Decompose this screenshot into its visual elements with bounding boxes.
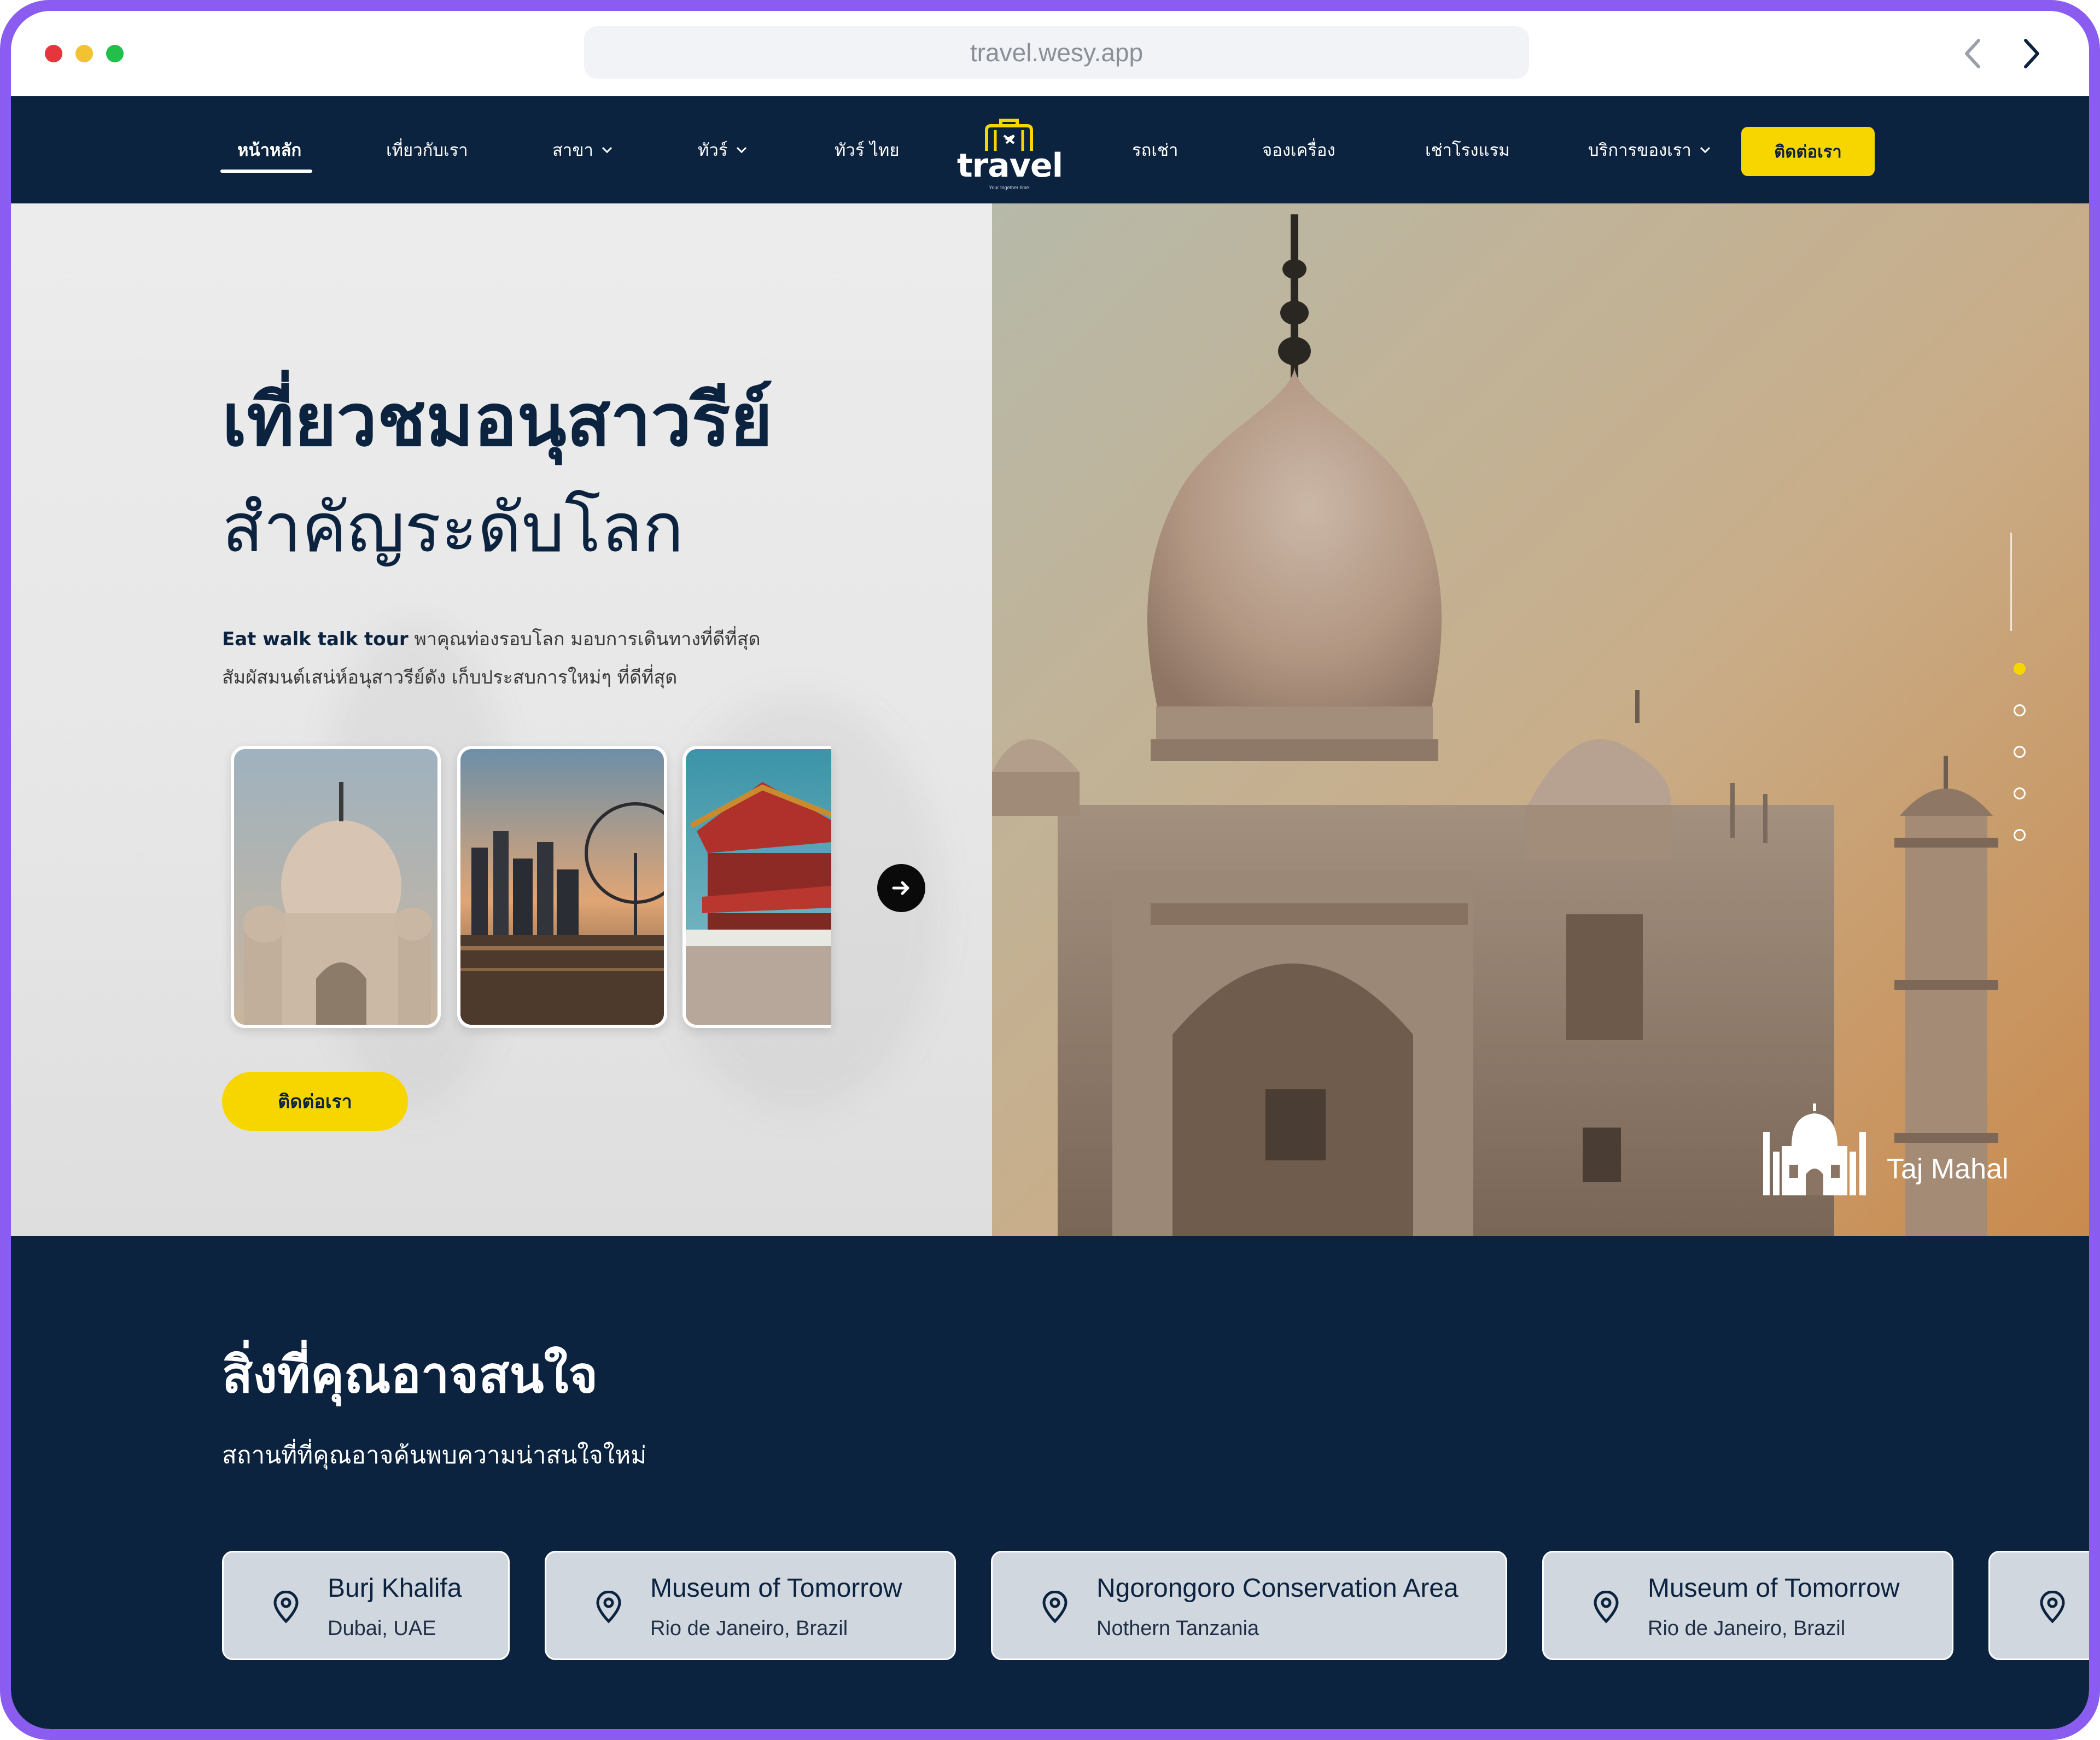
interest-section: สิ่งที่คุณอาจสนใจ สถานที่ที่คุณอาจค้นพบค… bbox=[11, 1236, 2089, 1729]
slide-dot-4[interactable] bbox=[2014, 787, 2026, 799]
map-pin-icon bbox=[1042, 1591, 1068, 1624]
place-name: Burj Khalifa bbox=[328, 1574, 462, 1603]
browser-forward-button[interactable] bbox=[2012, 35, 2050, 72]
hero-desc-brand: Eat walk talk tour bbox=[222, 628, 409, 650]
featured-place-label: Taj Mahal bbox=[1887, 1153, 2009, 1185]
place-name: Museum of Tomorrow bbox=[650, 1574, 902, 1603]
maximize-window-dot[interactable] bbox=[106, 45, 124, 62]
hero-desc-text2: สัมผัสมนต์เสน่ห์อนุสาวรีย์ดัง เก็บประสบก… bbox=[222, 667, 678, 688]
slider-progress-line bbox=[2010, 533, 2012, 631]
nav-item-branches[interactable]: สาขา bbox=[552, 96, 613, 203]
hero-contact-button[interactable]: ติดต่อเรา bbox=[222, 1072, 408, 1131]
address-url: travel.wesy.app bbox=[970, 38, 1144, 67]
place-card[interactable]: Ngorongoro Conservation Area Nothern Tan… bbox=[991, 1551, 1507, 1660]
map-pin-icon bbox=[273, 1591, 299, 1624]
place-name: Museum of Tomorrow bbox=[1648, 1574, 1900, 1603]
taj-mahal-icon bbox=[1763, 1103, 1866, 1195]
nav-item-label: หน้าหลัก bbox=[237, 141, 302, 160]
browser-chrome: travel.wesy.app bbox=[11, 11, 2089, 96]
place-card[interactable]: Museum of Tomorrow Rio de Janeiro, Brazi… bbox=[1542, 1551, 1953, 1660]
hero-desc-text1: พาคุณท่องรอบโลก มอบการเดินทางที่ดีที่สุด bbox=[408, 628, 761, 650]
section-subtitle: สถานที่ที่คุณอาจค้นพบความน่าสนใจใหม่ bbox=[222, 1441, 647, 1469]
nav-active-underline bbox=[220, 170, 312, 173]
slide-dot-2[interactable] bbox=[2014, 704, 2026, 716]
next-slide-button[interactable] bbox=[877, 864, 925, 912]
logo-tagline: Your together time bbox=[989, 185, 1029, 190]
chevron-down-icon bbox=[736, 146, 748, 154]
nav-item-hotel-rental[interactable]: เช่าโรงแรม bbox=[1425, 96, 1510, 203]
hero-title-line2: สำคัญระดับโลก bbox=[222, 489, 684, 568]
nav-item-home[interactable]: หน้าหลัก bbox=[237, 96, 301, 203]
place-name: Ngorongoro Conservation Area bbox=[1096, 1574, 1459, 1603]
nav-item-thai-tours[interactable]: ทัวร์ ไทย bbox=[835, 96, 900, 203]
thumbnail-forbidden-city[interactable] bbox=[682, 746, 831, 1028]
browser-back-button[interactable] bbox=[1955, 35, 1992, 72]
contact-us-button[interactable]: ติดต่อเรา bbox=[1741, 127, 1875, 176]
nav-item-label: บริการของเรา bbox=[1588, 141, 1691, 160]
place-card[interactable]: Burj Khalifa Dubai, UAE bbox=[222, 1551, 510, 1660]
nav-item-services[interactable]: บริการของเรา bbox=[1588, 96, 1711, 203]
place-card[interactable]: Museum of Tomorrow Rio de Janeiro, Brazi… bbox=[545, 1551, 956, 1660]
close-window-dot[interactable] bbox=[45, 45, 62, 62]
map-pin-icon bbox=[1594, 1591, 1619, 1624]
place-location: Dubai, UAE bbox=[328, 1617, 436, 1640]
browser-window: travel.wesy.app หน้าหลัก เที่ยวกับเรา สา… bbox=[11, 11, 2089, 1729]
slide-dot-3[interactable] bbox=[2014, 746, 2026, 758]
address-bar[interactable]: travel.wesy.app bbox=[584, 26, 1529, 79]
hero-title-line1: เที่ยวชมอนุสาวรีย์ bbox=[222, 378, 773, 463]
hero-contact-label: ติดต่อเรา bbox=[278, 1091, 352, 1113]
map-pin-icon bbox=[596, 1591, 621, 1624]
place-card[interactable] bbox=[1988, 1551, 2089, 1660]
hero-text-panel: เที่ยวชมอนุสาวรีย์ สำคัญระดับโลก Eat wal… bbox=[11, 203, 992, 1236]
contact-us-label: ติดต่อเรา bbox=[1774, 142, 1842, 162]
nav-item-label: เช่าโรงแรม bbox=[1425, 141, 1510, 160]
nav-item-label: ทัวร์ ไทย bbox=[835, 141, 900, 160]
chevron-down-icon bbox=[601, 146, 613, 154]
nav-item-label: รถเช่า bbox=[1132, 141, 1179, 160]
nav-item-car-rental[interactable]: รถเช่า bbox=[1132, 96, 1178, 203]
thumbnail-taj-mahal[interactable] bbox=[231, 746, 441, 1028]
thumbnail-singapore[interactable] bbox=[457, 746, 667, 1028]
nav-item-label: จองเครื่อง bbox=[1262, 141, 1335, 160]
place-location: Rio de Janeiro, Brazil bbox=[650, 1617, 848, 1640]
nav-item-label: สาขา bbox=[552, 141, 593, 160]
map-pin-icon bbox=[2040, 1591, 2065, 1624]
chevron-right-icon bbox=[2024, 39, 2039, 68]
chevron-down-icon bbox=[1699, 146, 1711, 154]
hero-description: Eat walk talk tour พาคุณท่องรอบโลก มอบกา… bbox=[222, 620, 835, 697]
chevron-left-icon bbox=[1965, 39, 1980, 68]
place-location: Rio de Janeiro, Brazil bbox=[1648, 1617, 1846, 1640]
arrow-right-icon bbox=[892, 881, 909, 895]
place-location: Nothern Tanzania bbox=[1096, 1617, 1259, 1640]
hero-image-taj-mahal bbox=[992, 203, 2089, 1236]
nav-item-label: ทัวร์ bbox=[698, 141, 728, 160]
nav-item-flight-booking[interactable]: จองเครื่อง bbox=[1262, 96, 1335, 203]
slide-dot-1[interactable] bbox=[2014, 663, 2026, 675]
nav-item-tours[interactable]: ทัวร์ bbox=[698, 96, 748, 203]
section-title: สิ่งที่คุณอาจสนใจ bbox=[222, 1346, 598, 1404]
nav-item-label: เที่ยวกับเรา bbox=[386, 141, 468, 160]
slide-dot-5[interactable] bbox=[2014, 829, 2026, 841]
logo-wordmark: travel bbox=[957, 147, 1063, 185]
minimize-window-dot[interactable] bbox=[75, 45, 93, 62]
site-logo[interactable]: travel Your together time bbox=[957, 118, 1063, 195]
nav-item-about[interactable]: เที่ยวกับเรา bbox=[386, 96, 468, 203]
